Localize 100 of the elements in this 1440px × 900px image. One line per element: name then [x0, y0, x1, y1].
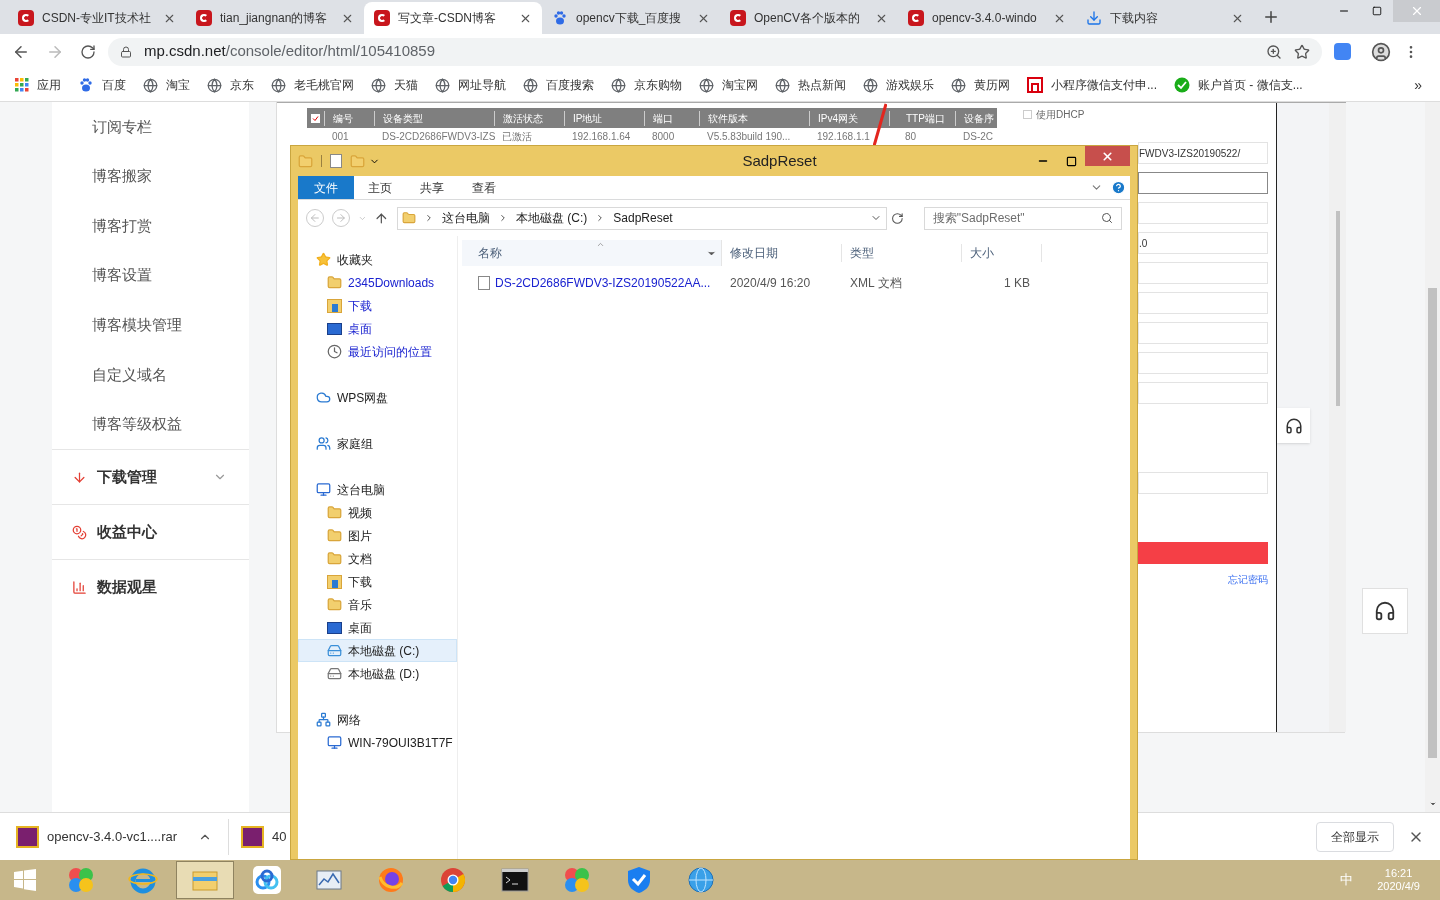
sidebar-item[interactable]: 博客模块管理	[52, 300, 249, 350]
bookmark-item[interactable]: 天猫	[371, 76, 418, 94]
nav-item[interactable]: WIN-79OUI3B1T7F	[298, 731, 457, 754]
browser-tab[interactable]: CSDN-专业IT技术社	[8, 2, 186, 34]
support-button[interactable]	[1362, 588, 1408, 634]
path-segment[interactable]: 本地磁盘 (C:)	[516, 209, 588, 227]
xml-file-icon	[478, 276, 490, 290]
bookmark-item[interactable]: 黄历网	[951, 76, 1010, 94]
search-icon[interactable]	[1101, 212, 1113, 224]
bookmark-item[interactable]: 淘宝	[143, 76, 190, 94]
search-field[interactable]: 搜索"SadpReset"	[923, 206, 1122, 230]
globe-icon	[207, 77, 222, 93]
browser-tab[interactable]: opencv下载_百度搜	[542, 2, 720, 34]
input-field[interactable]: FWDV3-IZS20190522/	[1138, 142, 1268, 164]
checkbox[interactable]	[311, 113, 320, 123]
ribbon-tab[interactable]: 主页	[354, 176, 406, 199]
download-item[interactable]: opencv-3.4.0-vc1....rar	[16, 818, 229, 855]
forgot-password-link[interactable]: 忘记密码	[1228, 572, 1268, 587]
refresh-button[interactable]	[891, 211, 904, 225]
nav-item[interactable]: 本地磁盘 (C:)	[298, 639, 457, 662]
chart-icon	[72, 579, 87, 595]
bookmark-star-icon[interactable]	[1294, 43, 1310, 60]
bookmark-item[interactable]: 热点新闻	[775, 76, 846, 94]
more-bookmarks-button[interactable]: »	[1414, 74, 1422, 96]
input-field[interactable]	[1138, 172, 1268, 194]
bookmark-item[interactable]: 淘宝网	[699, 76, 758, 94]
bookmark-item[interactable]: 百度搜索	[523, 76, 594, 94]
sidebar-item[interactable]: 自定义域名	[52, 349, 249, 400]
nav-item[interactable]: 下载	[298, 570, 457, 593]
ribbon-tab[interactable]: 查看	[458, 176, 510, 199]
bookmark-item[interactable]: 京东	[207, 76, 254, 94]
nav-item[interactable]: 最近访问的位置	[298, 340, 457, 363]
bookmark-item[interactable]: 应用	[15, 76, 61, 94]
path-segment[interactable]: SadpReset	[613, 209, 673, 227]
table-cell-text: DS-2C	[962, 130, 994, 144]
nav-item[interactable]: 下载	[298, 294, 457, 317]
browser-tab[interactable]: OpenCV各个版本的	[720, 2, 898, 34]
clock-icon	[327, 344, 342, 359]
nav-item[interactable]: 视频	[298, 501, 457, 524]
browser-tab[interactable]: tian_jiangnan的博客	[186, 2, 364, 34]
paw-icon	[78, 77, 94, 93]
nav-item[interactable]: 收藏夹	[298, 248, 457, 271]
browser-tab[interactable]: 下载内容	[1076, 2, 1254, 34]
column-header[interactable]: 大小	[962, 244, 1042, 262]
sidebar-item[interactable]: 博客等级权益	[52, 399, 249, 450]
show-all-button[interactable]: 全部显示	[1316, 821, 1394, 852]
nav-item[interactable]: 2345Downloads	[298, 271, 457, 294]
window-title: SadpReset	[741, 150, 818, 171]
nav-item[interactable]: 家庭组	[298, 432, 457, 455]
file-name-cell[interactable]: DS-2CD2686FWDV3-IZS20190522AA...	[462, 274, 722, 292]
nav-item[interactable]: WPS网盘	[298, 386, 457, 409]
nav-item[interactable]: 文档	[298, 547, 457, 570]
nav-item[interactable]: 本地磁盘 (D:)	[298, 662, 457, 685]
bookmark-item[interactable]: 百度	[78, 76, 126, 94]
sidebar-section[interactable]: 收益中心	[52, 504, 249, 560]
reload-button[interactable]	[80, 43, 96, 60]
nav-item[interactable]: 图片	[298, 524, 457, 547]
bookmark-item[interactable]: 网址导航	[435, 76, 506, 94]
help-icon[interactable]	[1111, 180, 1126, 195]
nav-item[interactable]: 桌面	[298, 616, 457, 639]
browser-tab[interactable]: 写文章-CSDN博客	[364, 2, 542, 34]
bookmark-item[interactable]: 老毛桃官网	[271, 76, 354, 94]
sidebar-item[interactable]: 博客设置	[52, 250, 249, 301]
column-header[interactable]: 修改日期	[722, 244, 842, 262]
sidebar-item[interactable]: 订阅专栏	[52, 102, 249, 152]
path-segment[interactable]: 这台电脑	[442, 209, 490, 227]
profile-icon[interactable]	[1371, 41, 1391, 62]
bookmark-item[interactable]: 账户首页 - 微信支...	[1174, 76, 1303, 94]
nav-item[interactable]: 这台电脑	[298, 478, 457, 501]
support-button[interactable]	[1277, 408, 1310, 443]
table-cell-text: 192.168.1.64	[571, 130, 632, 144]
sidebar-item[interactable]: 博客搬家	[52, 151, 249, 202]
zoom-icon[interactable]	[1266, 43, 1282, 60]
ribbon-tab[interactable]: 共享	[406, 176, 458, 199]
column-header[interactable]: 类型	[842, 244, 962, 262]
translate-icon[interactable]	[1334, 43, 1351, 60]
column-header: 编号	[324, 110, 374, 126]
globe-icon	[143, 77, 158, 93]
new-tab-button[interactable]	[1262, 8, 1280, 26]
sidebar-section[interactable]: 数据观星	[52, 559, 249, 615]
nav-item[interactable]: 桌面	[298, 317, 457, 340]
scroll-down-icon[interactable]	[1428, 800, 1437, 808]
dhcp-checkbox[interactable]	[1023, 110, 1032, 119]
download-item[interactable]: 40	[229, 818, 287, 855]
sidebar-item[interactable]: 博客打赏	[52, 201, 249, 251]
scrollbar-thumb[interactable]	[1335, 211, 1340, 406]
lock-icon[interactable]	[120, 45, 132, 58]
nav-item[interactable]: 音乐	[298, 593, 457, 616]
bookmark-item[interactable]: 小程序微信支付申...	[1027, 76, 1157, 94]
nav-item[interactable]: 网络	[298, 708, 457, 731]
column-header[interactable]: 名称	[462, 240, 722, 266]
bookmark-item[interactable]: 京东购物	[611, 76, 682, 94]
browser-tab[interactable]: opencv-3.4.0-windo	[898, 2, 1076, 34]
scrollbar-thumb[interactable]	[1428, 288, 1437, 758]
search-input[interactable]: 搜索"SadpReset"	[932, 209, 1101, 227]
bookmark-item[interactable]: 游戏娱乐	[863, 76, 934, 94]
sidebar-section[interactable]: 下载管理	[52, 449, 249, 505]
ribbon-tab[interactable]: 文件	[298, 176, 354, 199]
input-field[interactable]: .0	[1138, 232, 1268, 254]
globe-icon	[863, 77, 878, 93]
